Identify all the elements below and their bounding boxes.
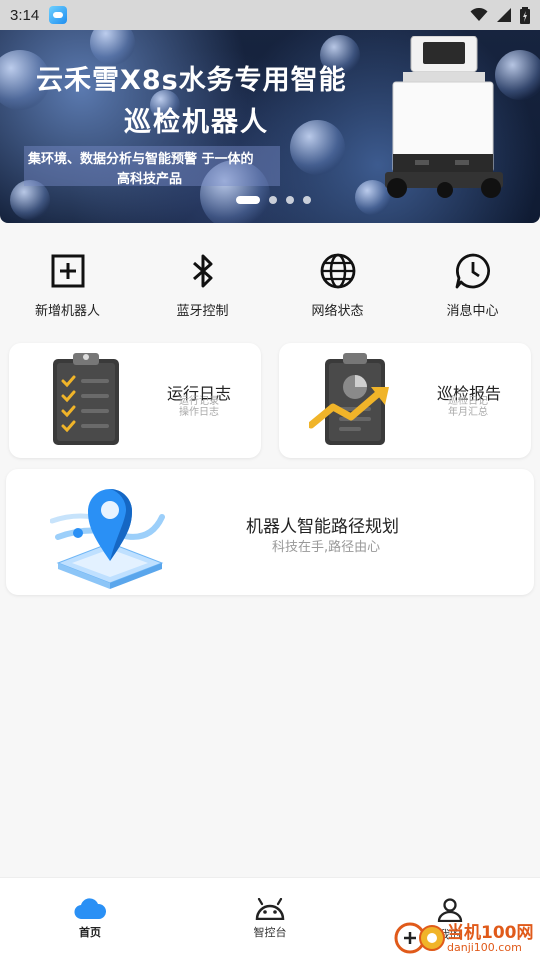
android-icon [255, 898, 285, 920]
card-subtitle: 操作日志 [179, 407, 219, 418]
quick-action-add-robot[interactable]: 新增机器人 [0, 252, 135, 319]
report-chart-icon [309, 353, 389, 445]
quick-action-label: 网络状态 [311, 304, 364, 319]
clipboard-checklist-icon [53, 353, 119, 445]
wifi-icon [470, 8, 488, 21]
signal-icon [497, 8, 511, 22]
quick-action-label: 消息中心 [446, 304, 499, 319]
quick-action-messages[interactable]: 消息中心 [405, 252, 540, 319]
card-patrol-report[interactable]: 巡检报告 巡检日记 年月汇总 [279, 343, 531, 458]
banner-title-line1: 云禾雪X8s水务专用智能 [36, 65, 347, 96]
status-bar: 3:14 [0, 0, 540, 30]
quick-action-label: 新增机器人 [34, 304, 100, 319]
status-time: 3:14 [10, 6, 40, 24]
banner-carousel[interactable]: 云禾雪X8s水务专用智能 巡检机器人 集环境、数据分析与智能预警 于一体的 高科… [0, 30, 540, 223]
robot-image [385, 36, 503, 198]
banner-title-line2: 巡检机器人 [124, 107, 269, 138]
quick-action-label: 蓝牙控制 [176, 304, 229, 319]
carousel-indicator [0, 196, 540, 204]
tab-label: 智控台 [253, 926, 287, 939]
watermark-logo-icon [394, 922, 445, 954]
cloud-icon [74, 898, 106, 920]
watermark: 当机100网 danji100.com [392, 914, 540, 960]
banner-subtitle-line1: 集环境、数据分析与智能预警 于一体的 [28, 152, 254, 167]
card-path-planning[interactable]: 机器人智能路径规划 科技在手,路径由心 [6, 469, 534, 595]
tab-control[interactable]: 智控台 [230, 898, 310, 940]
watermark-url: danji100.com [447, 941, 522, 954]
carousel-dot[interactable] [302, 196, 311, 204]
carousel-dot[interactable] [285, 196, 294, 204]
globe-icon [319, 252, 357, 290]
battery-icon [520, 6, 530, 24]
carousel-dot[interactable] [268, 196, 277, 204]
card-run-log[interactable]: 运行日志 运行记录 操作日志 [9, 343, 261, 458]
card-subtitle: 科技在手,路径由心 [272, 540, 381, 555]
bluetooth-icon [184, 252, 222, 290]
tab-home[interactable]: 首页 [50, 898, 130, 940]
quick-action-bluetooth[interactable]: 蓝牙控制 [135, 252, 270, 319]
map-pin-3d-icon [50, 489, 165, 589]
quick-actions: 新增机器人 蓝牙控制 网络状态 消息中心 [0, 252, 540, 319]
card-subtitle: 年月汇总 [448, 407, 488, 418]
quick-action-network[interactable]: 网络状态 [270, 252, 405, 319]
add-square-icon [49, 252, 87, 290]
watermark-text: 当机100网 [447, 923, 534, 943]
banner-subtitle-line2: 高科技产品 [117, 172, 183, 187]
carousel-dot-active[interactable] [235, 196, 260, 204]
card-title: 机器人智能路径规划 [246, 517, 399, 537]
notification-app-icon [49, 6, 68, 24]
tab-label: 首页 [79, 926, 101, 939]
message-icon [454, 252, 492, 290]
